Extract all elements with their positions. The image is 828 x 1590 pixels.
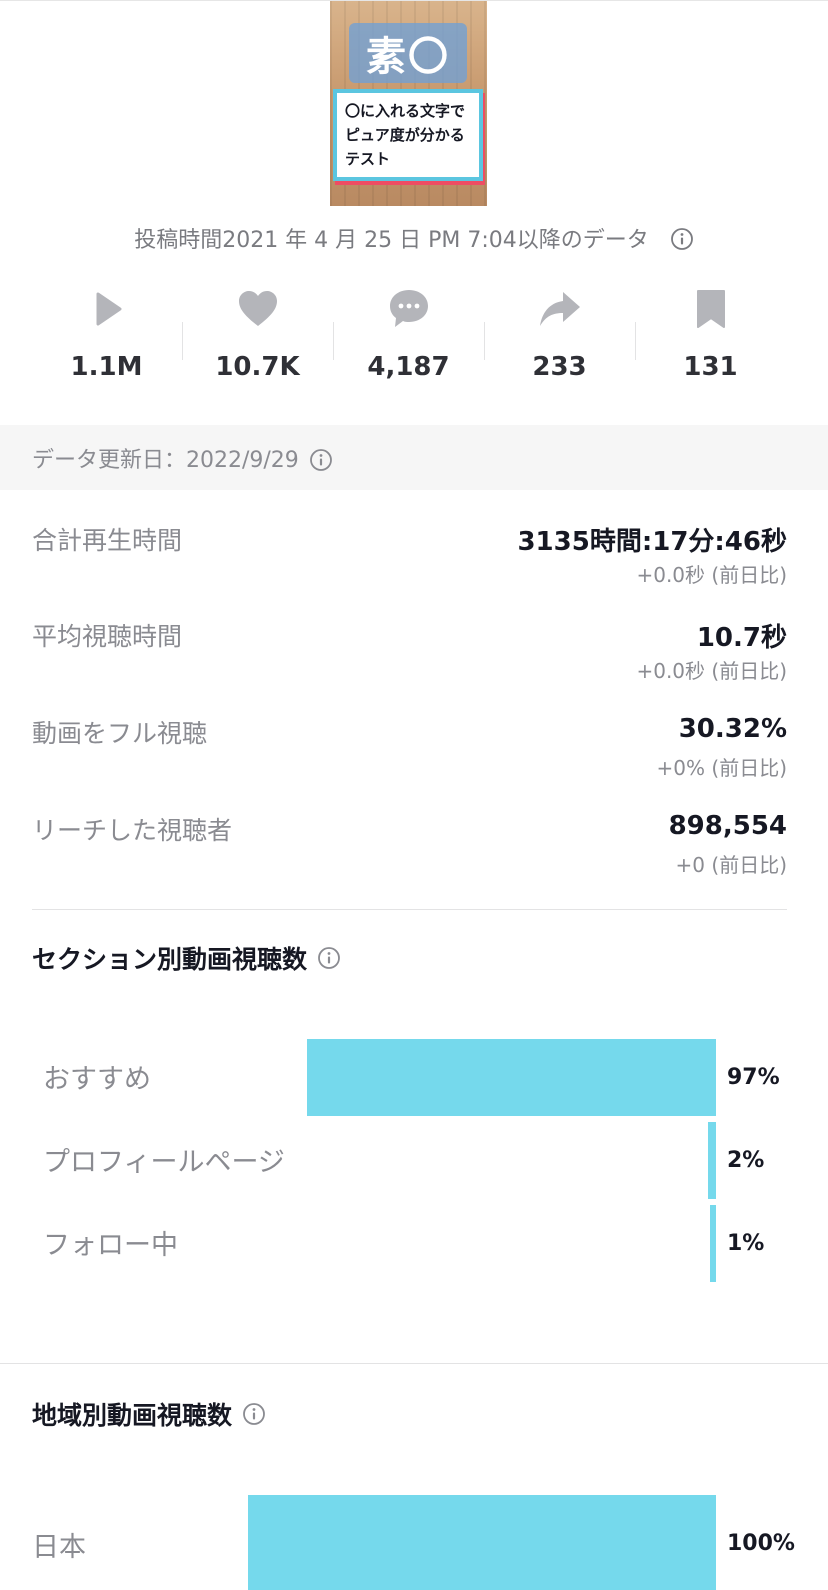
thumbnail-caption-line: 〇に入れる文字で	[345, 102, 466, 120]
region-views-title: 地域別動画視聴数	[32, 1396, 266, 1432]
play-icon	[96, 292, 121, 326]
posted-time-row: 投稿時間2021 年 4 月 25 日 PM 7:04以降のデータ	[0, 222, 828, 254]
info-icon[interactable]	[670, 227, 694, 251]
stat-label: リーチした視聴者	[32, 816, 233, 845]
metric-shares: 233	[484, 286, 635, 396]
stat-value: 30.32%	[678, 714, 787, 744]
metric-value: 131	[683, 352, 738, 382]
stat-average-watch-time: 平均視聴時間 10.7秒 +0.0秒 (前日比)	[32, 617, 787, 687]
bar-percent: 2%	[727, 1148, 765, 1173]
bar-row: フォロー中 1%	[0, 1205, 828, 1283]
bar-percent: 100%	[727, 1531, 795, 1556]
bar-percent: 1%	[727, 1231, 765, 1256]
bar-label: 日本	[32, 1532, 86, 1563]
thumbnail-caption-line: ピュア度が分かる	[345, 126, 465, 144]
engagement-metrics: 1.1M 10.7K 4,187 233 131	[31, 286, 786, 396]
share-icon	[539, 292, 580, 326]
bar-row: 日本 100%	[0, 1495, 828, 1590]
info-icon[interactable]	[317, 946, 341, 970]
metric-likes: 10.7K	[182, 286, 333, 396]
bar-row: プロフィールページ 2%	[0, 1122, 828, 1200]
stat-delta: +0% (前日比)	[656, 756, 787, 780]
bookmark-icon	[696, 290, 725, 328]
metric-plays: 1.1M	[31, 286, 182, 396]
section-views-title: セクション別動画視聴数	[32, 940, 341, 976]
metric-saves: 131	[635, 286, 786, 396]
bar-fill	[708, 1122, 716, 1199]
bar-label: フォロー中	[43, 1230, 178, 1261]
info-icon[interactable]	[242, 1402, 266, 1426]
bar-row: おすすめ 97%	[0, 1039, 828, 1117]
thumbnail-banner-text: 素〇	[366, 34, 450, 80]
stat-value: 3135時間:17分:46秒	[517, 527, 787, 557]
data-update-band: データ更新日：2022/9/29	[0, 425, 828, 490]
comment-icon	[389, 290, 428, 327]
region-views-title-text: 地域別動画視聴数	[32, 1401, 233, 1430]
thumbnail-banner: 素〇	[349, 23, 467, 83]
stat-value: 898,554	[668, 811, 787, 841]
stat-label: 合計再生時間	[32, 526, 183, 555]
bar-fill	[307, 1039, 716, 1116]
bar-fill	[248, 1495, 716, 1590]
stat-reached-audience: リーチした視聴者 898,554 +0 (前日比)	[32, 811, 787, 881]
stat-delta: +0 (前日比)	[675, 853, 787, 877]
stat-delta: +0.0秒 (前日比)	[636, 659, 787, 683]
bar-percent: 97%	[727, 1065, 780, 1090]
stat-full-watch-rate: 動画をフル視聴 30.32% +0% (前日比)	[32, 714, 787, 784]
stat-value: 10.7秒	[696, 623, 787, 653]
posted-time-text: 投稿時間2021 年 4 月 25 日 PM 7:04以降のデータ	[134, 228, 649, 253]
stat-label: 平均視聴時間	[32, 622, 183, 651]
metric-value: 1.1M	[70, 352, 143, 382]
stat-delta: +0.0秒 (前日比)	[636, 563, 787, 587]
heart-icon	[238, 291, 277, 326]
stat-label: 動画をフル視聴	[32, 719, 208, 748]
metric-comments: 4,187	[333, 286, 484, 396]
metric-value: 4,187	[367, 352, 450, 382]
section-views-title-text: セクション別動画視聴数	[32, 945, 308, 974]
section-divider	[32, 909, 787, 910]
bar-fill	[710, 1205, 716, 1282]
metric-value: 10.7K	[215, 352, 300, 382]
full-width-divider	[0, 1363, 828, 1364]
stat-total-play-time: 合計再生時間 3135時間:17分:46秒 +0.0秒 (前日比)	[32, 521, 787, 591]
bar-label: プロフィールページ	[43, 1147, 285, 1178]
thumbnail-caption-card: 〇に入れる文字で ピュア度が分かる テスト	[333, 89, 483, 181]
thumbnail-caption-line: テスト	[345, 150, 391, 168]
metric-value: 233	[532, 352, 587, 382]
data-update-label: データ更新日：2022/9/29	[32, 447, 299, 473]
bar-label: おすすめ	[43, 1064, 151, 1095]
info-icon[interactable]	[309, 448, 333, 472]
video-thumbnail[interactable]: 素〇 〇に入れる文字で ピュア度が分かる テスト	[330, 1, 487, 206]
